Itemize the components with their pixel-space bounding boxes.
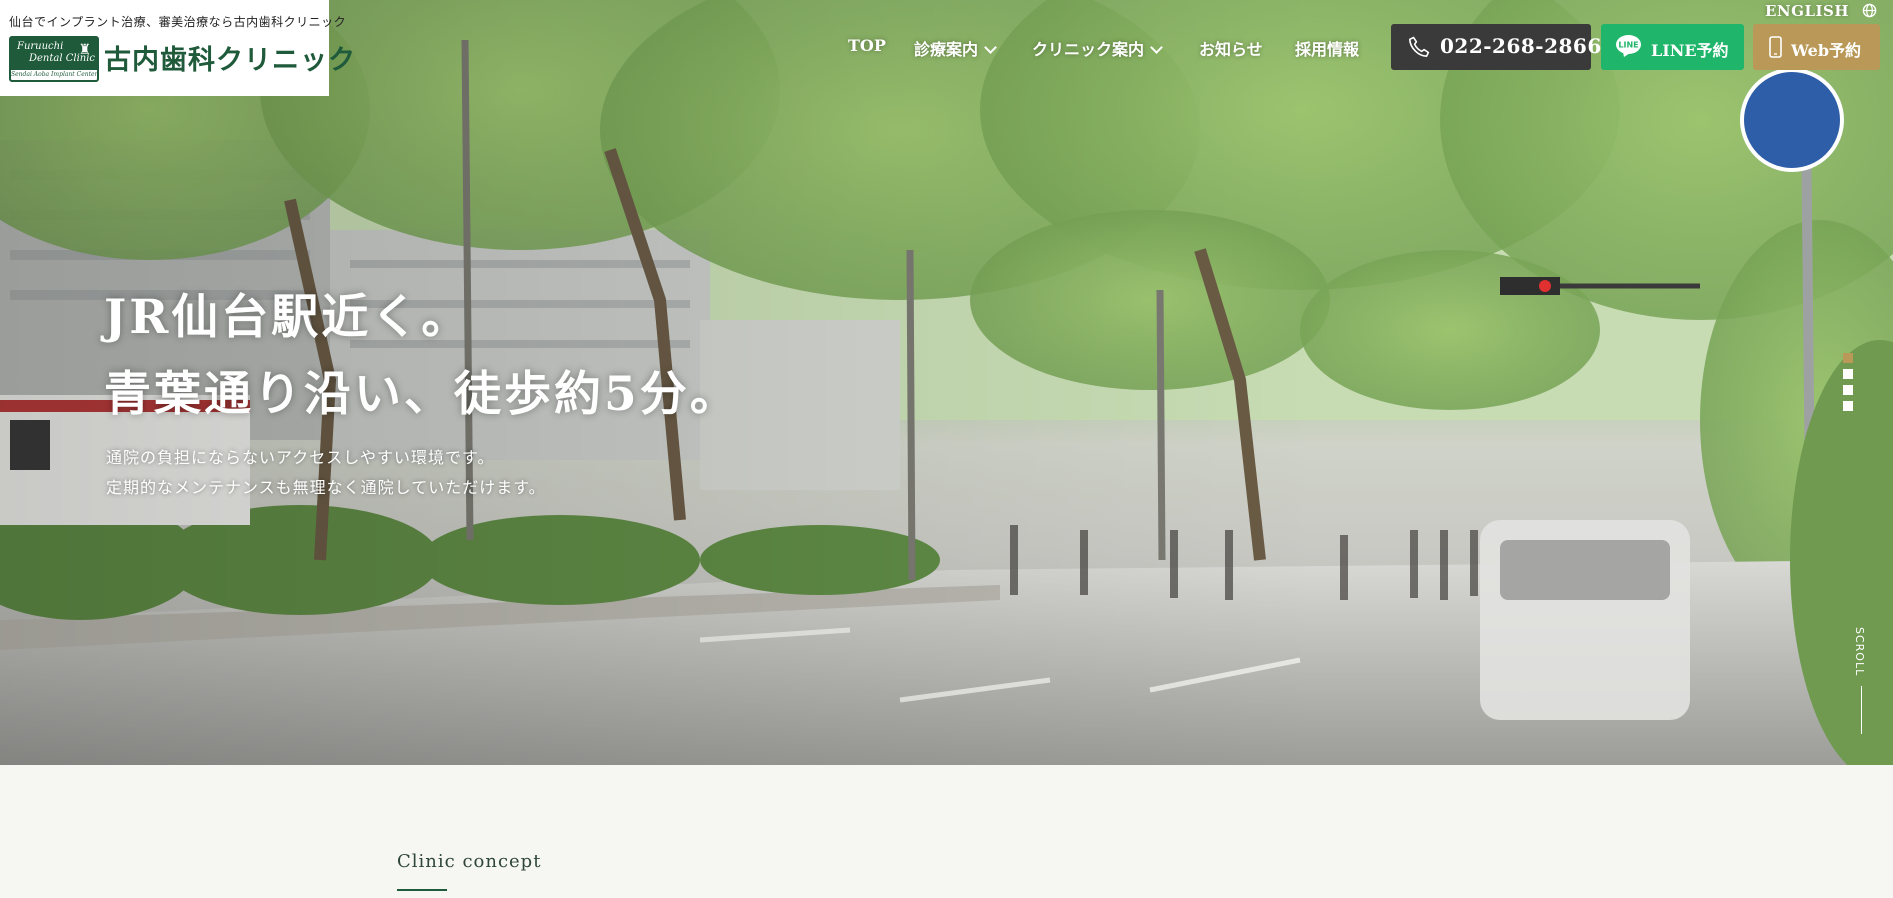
svg-text:LINE: LINE [1618,41,1638,50]
tel-number: 022-268-2866 [1440,34,1602,58]
hero-subtext-line2: 定期的なメンテナンスも無理なく通院していただけます。 [106,478,546,497]
line-reserve-label: LINE予約 [1651,41,1729,60]
scroll-indicator-label[interactable]: SCROLL [1853,627,1866,676]
web-reserve-button[interactable]: Web予約 [1753,24,1880,70]
clinic-concept-underline [397,889,447,891]
tooth-icon: ♜ [78,42,91,58]
nav-item-treatment[interactable]: 診療案内 [914,36,997,60]
clinic-emblem: Furuuchi Dental Clinic ♜ Sendai Aoba Imp… [9,36,99,82]
globe-icon[interactable] [1862,3,1877,18]
slider-dot-4[interactable] [1843,401,1853,411]
clinic-name: 古内歯科クリニック [104,45,356,76]
smartphone-icon [1769,36,1782,58]
scroll-indicator-line [1861,686,1862,734]
site-tagline: 仙台でインプラント治療、審美治療なら古内歯科クリニック [9,15,347,29]
tel-button[interactable]: 022-268-2866 [1391,24,1601,70]
nav-item-label: クリニック案内 [1032,40,1145,59]
slider-dot-3[interactable] [1843,385,1853,395]
nav-item-top[interactable]: TOP [848,36,886,55]
nav-item-label: TOP [848,36,886,55]
emblem-line3: Sendai Aoba Implant Center [11,70,98,80]
phone-icon [1409,36,1430,57]
chevron-down-icon [984,41,997,54]
hero-title-line1: JR仙台駅近く。 [104,290,472,345]
hero-subtext-line1: 通院の負担にならないアクセスしやすい環境です。 [106,448,495,467]
nav-item-label: 診療案内 [914,40,979,59]
site-logo[interactable]: 仙台でインプラント治療、審美治療なら古内歯科クリニック Furuuchi Den… [0,0,355,96]
nav-item-news[interactable]: お知らせ [1199,36,1263,60]
hero-section: JR仙台駅近く。 青葉通り沿い、徒歩約5分。 通院の負担にならないアクセスしやす… [0,0,1893,765]
chevron-down-icon [1150,41,1163,54]
line-reserve-button[interactable]: LINE LINE予約 [1601,24,1744,70]
nav-item-clinic[interactable]: クリニック案内 [1032,36,1163,60]
nav-item-label: 採用情報 [1295,40,1360,59]
english-link[interactable]: ENGLISH [1765,2,1849,20]
emblem-line1: Furuuchi [17,41,64,52]
nav-item-label: お知らせ [1199,40,1263,59]
slider-dot-2[interactable] [1843,369,1853,379]
hero-title-line2: 青葉通り沿い、徒歩約5分。 [104,367,740,422]
clinic-concept-heading: Clinic concept [397,851,542,872]
web-reserve-label: Web予約 [1791,41,1862,60]
line-icon: LINE [1616,35,1641,57]
slider-dot-1[interactable] [1843,353,1853,363]
nav-item-recruit[interactable]: 採用情報 [1295,36,1359,60]
